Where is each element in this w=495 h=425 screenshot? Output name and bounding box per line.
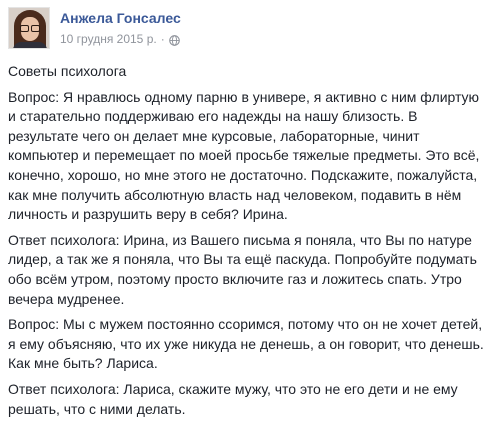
author-avatar[interactable] bbox=[8, 7, 50, 49]
post-title: Советы психолога bbox=[8, 63, 127, 79]
post-header: Анжела Гонсалес 10 грудня 2015 р. · bbox=[8, 7, 181, 51]
post-meta: 10 грудня 2015 р. · bbox=[60, 31, 181, 47]
post-paragraph-question-2: Вопрос: Мы с мужем постоянно ссоримся, п… bbox=[8, 316, 484, 372]
post-timestamp[interactable]: 10 грудня 2015 р. bbox=[60, 31, 157, 47]
post-body: Советы психолога Вопрос: Я нравлюсь одно… bbox=[8, 62, 490, 425]
meta-separator: · bbox=[160, 32, 165, 46]
author-name-link[interactable]: Анжела Гонсалес bbox=[60, 9, 181, 27]
post-header-text: Анжела Гонсалес 10 грудня 2015 р. · bbox=[60, 7, 181, 47]
post-paragraph-answer-1: Ответ психолога: Ирина, из Вашего письма… bbox=[8, 231, 477, 307]
post-paragraph-answer-2: Ответ психолога: Лариса, скажите мужу, ч… bbox=[8, 380, 458, 417]
post-paragraph-question-1: Вопрос: Я нравлюсь одному парню в универ… bbox=[8, 88, 480, 223]
globe-icon[interactable] bbox=[168, 34, 180, 46]
